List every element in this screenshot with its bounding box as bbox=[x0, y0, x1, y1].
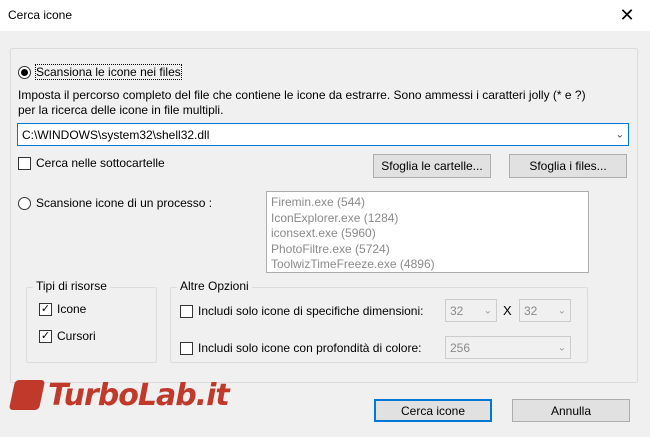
cursors-checkbox[interactable]: ✓ bbox=[39, 330, 52, 343]
browse-files-label: Sfoglia i files... bbox=[529, 159, 607, 173]
cancel-label: Annulla bbox=[550, 403, 592, 418]
scan-process-radio[interactable] bbox=[18, 197, 31, 210]
color-depth-value: 256 bbox=[450, 340, 471, 355]
window-title: Cerca icone bbox=[8, 8, 73, 22]
list-item[interactable]: ToolwizTimeFreeze.exe (4896) bbox=[271, 257, 584, 273]
color-depth-combobox[interactable]: 256 ⌄ bbox=[445, 336, 571, 359]
depth-filter-checkbox[interactable] bbox=[180, 342, 193, 355]
list-item[interactable]: IconExplorer.exe (1284) bbox=[271, 211, 584, 227]
scan-files-description-line2: per la ricerca delle icone in file multi… bbox=[18, 103, 224, 117]
list-item[interactable]: iconsext.exe (5960) bbox=[271, 226, 584, 242]
browse-files-button[interactable]: Sfoglia i files... bbox=[509, 154, 627, 178]
turbolab-watermark: TurboLab.it bbox=[8, 375, 242, 415]
search-icons-button[interactable]: Cerca icone bbox=[374, 399, 492, 422]
browse-folders-label: Sfoglia le cartelle... bbox=[381, 159, 483, 173]
cancel-button[interactable]: Annulla bbox=[512, 399, 630, 422]
cursors-label: Cursori bbox=[57, 329, 96, 343]
search-icons-label: Cerca icone bbox=[400, 403, 466, 418]
chevron-down-icon[interactable]: ⌄ bbox=[616, 129, 624, 140]
scan-files-label[interactable]: Scansiona le icone nei files bbox=[35, 64, 182, 80]
title-bar: Cerca icone ✕ bbox=[0, 0, 650, 31]
path-value: C:\WINDOWS\system32\shell32.dll bbox=[22, 127, 210, 142]
process-listbox[interactable]: Firemin.exe (544) IconExplorer.exe (1284… bbox=[266, 191, 589, 273]
depth-filter-label: Includi solo icone con profondità di col… bbox=[198, 341, 422, 355]
height-combobox[interactable]: 32 ⌄ bbox=[519, 299, 571, 322]
browse-folders-button[interactable]: Sfoglia le cartelle... bbox=[373, 154, 491, 178]
height-value: 32 bbox=[524, 303, 538, 318]
close-icon[interactable]: ✕ bbox=[604, 0, 650, 31]
scan-files-description-line1: Imposta il percorso completo del file ch… bbox=[18, 88, 586, 102]
chevron-down-icon[interactable]: ⌄ bbox=[558, 342, 566, 353]
resource-types-legend: Tipi di risorse bbox=[33, 279, 110, 293]
turbolab-logo-icon bbox=[8, 380, 46, 410]
width-combobox[interactable]: 32 ⌄ bbox=[445, 299, 497, 322]
chevron-down-icon[interactable]: ⌄ bbox=[558, 305, 566, 316]
list-item[interactable]: Firemin.exe (544) bbox=[271, 195, 584, 211]
scan-process-label: Scansione icone di un processo : bbox=[36, 196, 213, 210]
chevron-down-icon[interactable]: ⌄ bbox=[484, 305, 492, 316]
width-value: 32 bbox=[450, 303, 464, 318]
size-filter-label: Includi solo icone di specifiche dimensi… bbox=[198, 304, 424, 318]
icons-checkbox[interactable]: ✓ bbox=[39, 303, 52, 316]
path-combobox[interactable]: C:\WINDOWS\system32\shell32.dll ⌄ bbox=[17, 123, 629, 146]
times-symbol: X bbox=[503, 303, 512, 318]
list-item[interactable]: PhotoFiltre.exe (5724) bbox=[271, 242, 584, 258]
scan-files-radio[interactable] bbox=[18, 66, 31, 79]
icons-label: Icone bbox=[57, 302, 87, 316]
resource-types-group: Tipi di risorse bbox=[26, 279, 157, 363]
subfolders-checkbox[interactable] bbox=[18, 157, 31, 170]
other-options-legend: Altre Opzioni bbox=[177, 279, 252, 293]
size-filter-checkbox[interactable] bbox=[180, 305, 193, 318]
subfolders-label: Cerca nelle sottocartelle bbox=[36, 156, 165, 170]
watermark-text: TurboLab.it bbox=[48, 377, 230, 413]
